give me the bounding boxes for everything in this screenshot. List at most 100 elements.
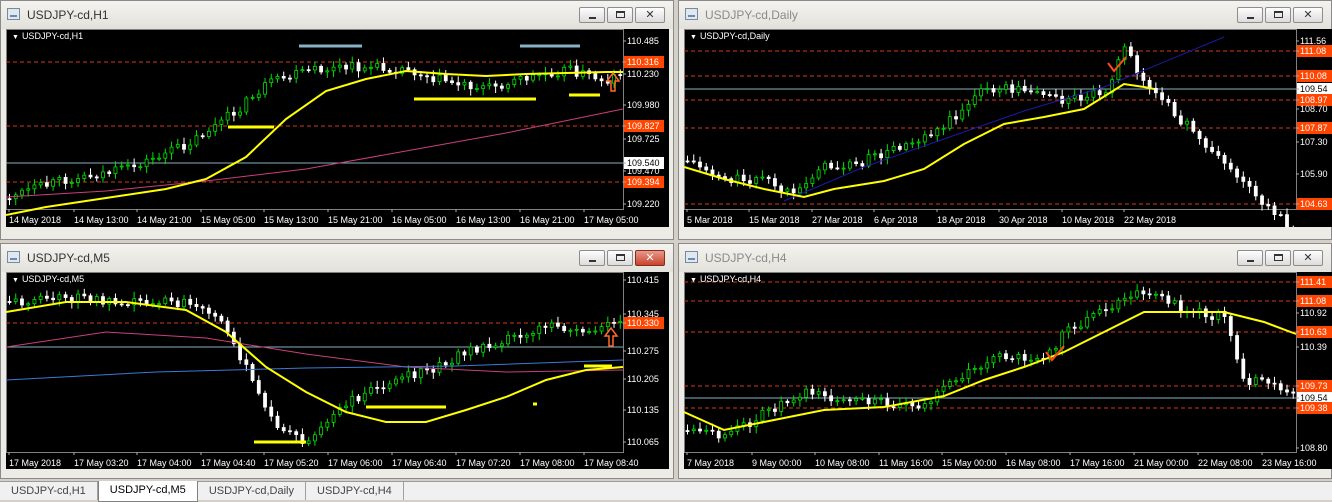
tab-usdjpy-daily[interactable]: USDJPY-cd,Daily xyxy=(198,482,306,500)
time-axis-label: 30 Apr 2018 xyxy=(999,215,1048,225)
price-chart-h4: 111.41 111.08 110.92 110.63 110.39 109.73 109.… xyxy=(684,272,1332,468)
candle-body xyxy=(816,169,821,179)
tab-usdjpy-h1[interactable]: USDJPY-cd,H1 xyxy=(0,482,98,500)
maximize-button[interactable] xyxy=(1265,7,1291,23)
candle-body xyxy=(288,430,292,433)
candle-body xyxy=(791,399,796,404)
candle-body xyxy=(537,325,542,334)
candle-body xyxy=(288,77,292,80)
candle-body xyxy=(300,69,305,72)
candle-body xyxy=(1141,290,1146,295)
window-titlebar[interactable]: USDJPY-cd,Daily ✕ xyxy=(679,1,1331,29)
price-axis-label: 110.63 xyxy=(1300,327,1327,337)
time-axis-label: 16 May 13:00 xyxy=(456,215,511,225)
chart-window-icon xyxy=(7,8,20,20)
candle-body xyxy=(1216,151,1221,156)
minimize-button[interactable] xyxy=(579,7,605,23)
candle-body xyxy=(710,429,715,432)
candle-body xyxy=(922,403,927,409)
candle-body xyxy=(225,320,230,333)
candle-body xyxy=(972,95,977,105)
window-titlebar[interactable]: USDJPY-cd,H1 ✕ xyxy=(1,1,673,29)
candle-body xyxy=(979,88,983,97)
close-button[interactable]: ✕ xyxy=(635,7,665,23)
candle-body xyxy=(1178,300,1183,313)
candle-body xyxy=(1241,176,1246,182)
candle-body xyxy=(231,111,236,116)
moving-average-blue xyxy=(6,359,624,381)
candle-body xyxy=(269,78,274,84)
window-titlebar[interactable]: USDJPY-cd,H4 ✕ xyxy=(679,244,1331,272)
candle-body xyxy=(741,174,746,182)
candle-body xyxy=(1147,293,1152,296)
candle-body xyxy=(779,185,784,192)
price-axis-label: 110.39 xyxy=(1300,342,1327,352)
candle-body xyxy=(1047,94,1052,96)
price-chart-m5: 110.415110.345110.330110.275110.205110.1… xyxy=(6,272,664,468)
tab-usdjpy-h4[interactable]: USDJPY-cd,H4 xyxy=(306,482,404,500)
candle-body xyxy=(319,65,324,73)
candle-body xyxy=(1197,130,1202,140)
price-axis-label: 109.73 xyxy=(1300,381,1328,391)
time-axis-label: 15 May 05:00 xyxy=(201,215,256,225)
price-axis-label: 109.980 xyxy=(627,100,660,110)
time-axis-label: 17 May 07:20 xyxy=(456,458,511,468)
candle-body xyxy=(294,431,299,435)
price-axis-label: 111.08 xyxy=(1300,296,1326,306)
candle-body xyxy=(369,387,373,394)
candle-body xyxy=(891,145,896,151)
chart-window-daily[interactable]: USDJPY-cd,Daily ✕ 111.56 111.08 110.08 109.… xyxy=(678,0,1332,240)
candle-body xyxy=(804,388,809,398)
candle-body xyxy=(766,176,771,179)
chart-area[interactable]: 110.415 110.345 110.330 110.275 110.205 110.1… xyxy=(6,272,669,469)
chart-window-h4[interactable]: USDJPY-cd,H4 ✕ 111.41 111.08 110.92 110.63 1… xyxy=(678,243,1332,479)
candle-body xyxy=(972,368,977,370)
candle-body xyxy=(1160,92,1165,100)
candle-body xyxy=(897,145,902,150)
candle-body xyxy=(1116,59,1121,81)
chart-window-m5[interactable]: USDJPY-cd,M5 ✕ 110.415 110.345 110.330 110.… xyxy=(0,243,674,479)
time-axis-label: 17 May 06:00 xyxy=(328,458,383,468)
candle-body xyxy=(773,178,777,187)
close-button[interactable]: ✕ xyxy=(1293,7,1323,23)
close-button[interactable]: ✕ xyxy=(635,250,665,266)
time-axis-label: 16 May 08:00 xyxy=(1006,458,1061,468)
candle-body xyxy=(910,402,915,407)
candle-body xyxy=(810,177,815,184)
candle-body xyxy=(275,415,280,428)
candle-body xyxy=(362,392,367,402)
candle-body xyxy=(325,421,330,428)
window-title: USDJPY-cd,M5 xyxy=(27,251,110,265)
candle-body xyxy=(1041,91,1046,95)
candle-body xyxy=(26,303,31,306)
maximize-button[interactable] xyxy=(1265,250,1291,266)
time-axis-label: 18 Apr 2018 xyxy=(937,215,986,225)
candle-body xyxy=(456,351,461,364)
maximize-button[interactable] xyxy=(607,7,633,23)
candle-body xyxy=(256,380,261,394)
chart-window-h1[interactable]: USDJPY-cd,H1 ✕ 110.485 110.316 110.230 109.… xyxy=(0,0,674,240)
close-button[interactable]: ✕ xyxy=(1293,250,1323,266)
up-arrow-icon xyxy=(603,326,619,347)
candle-body xyxy=(94,176,99,179)
candle-body xyxy=(219,315,224,322)
candle-body xyxy=(350,395,355,407)
candle-body xyxy=(698,161,702,168)
chart-area[interactable]: 110.485 110.316 110.230 109.980 109.827 109.7… xyxy=(6,29,669,227)
minimize-button[interactable] xyxy=(1237,250,1263,266)
chart-area[interactable]: 111.56 111.08 110.08 109.54 108.97 108.70 107.… xyxy=(684,29,1332,227)
minimize-button[interactable] xyxy=(579,250,605,266)
chart-area[interactable]: 111.41 111.08 110.92 110.63 110.39 109.73 109.… xyxy=(684,272,1332,469)
price-axis-label: 110.230 xyxy=(627,69,659,79)
window-titlebar[interactable]: USDJPY-cd,M5 ✕ xyxy=(1,244,673,272)
candle-body xyxy=(1122,297,1127,301)
candle-body xyxy=(556,75,560,78)
candle-body xyxy=(225,111,230,121)
candle-body xyxy=(729,430,734,436)
maximize-button[interactable] xyxy=(607,250,633,266)
candle-body xyxy=(400,376,405,380)
time-axis-label: 11 May 16:00 xyxy=(879,458,933,468)
time-axis-label: 5 Mar 2018 xyxy=(687,215,733,225)
minimize-button[interactable] xyxy=(1237,7,1263,23)
candle-body xyxy=(1128,46,1133,57)
